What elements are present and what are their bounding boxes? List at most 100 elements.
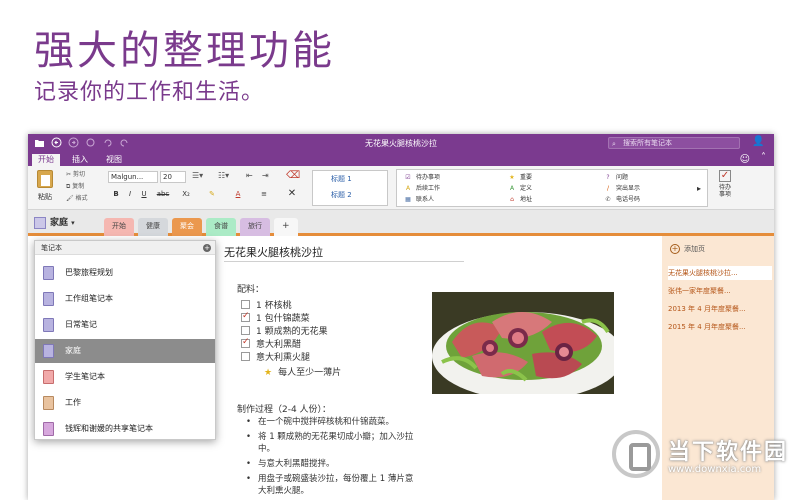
ingredient-item[interactable]: 1 颗成熟的无花果 xyxy=(241,326,328,338)
highlighter-icon: / xyxy=(606,185,610,192)
cut-button[interactable]: ✂ 剪切 xyxy=(66,169,88,181)
definition-tag-icon: A xyxy=(509,185,515,192)
smiley-feedback-icon[interactable]: ☺ xyxy=(740,154,750,165)
notebook-item[interactable]: 工作 xyxy=(35,391,215,415)
format-painter-button[interactable]: 🖌 格式 xyxy=(66,193,88,205)
copy-button[interactable]: ⧉ 复制 xyxy=(66,181,88,193)
tab-home[interactable]: 开始 xyxy=(32,154,60,166)
ingredient-item[interactable]: 1 包什锦蔬菜 xyxy=(241,310,310,325)
style-heading-1[interactable]: 标题 1 xyxy=(313,171,387,187)
notebook-icon xyxy=(43,344,54,358)
salad-photo[interactable] xyxy=(432,292,614,394)
page-title[interactable]: 无花果火腿核桃沙拉 xyxy=(224,244,323,260)
style-heading-2[interactable]: 标题 2 xyxy=(313,187,387,203)
tag-todo[interactable]: ☑ 待办事项 xyxy=(403,172,440,183)
tags-gallery: ☑ 待办事项 A 后续工作 ▦ 联系人 ★ 重要 A 定义 ⌂ 地址 ? 问题 / 突出显示 ✆… xyxy=(396,169,708,207)
checkbox-icon[interactable] xyxy=(241,300,250,309)
step-item[interactable]: 将 1 颗成熟的无花果切成小瓣；加入沙拉中。 xyxy=(246,431,416,455)
search-input[interactable]: ⌕ 搜索所有笔记本 xyxy=(608,137,740,149)
section-tab-health[interactable]: 健康 xyxy=(138,218,168,236)
notebook-icon xyxy=(43,266,54,280)
outdent-icon[interactable]: ⇤ xyxy=(246,171,253,180)
tab-view[interactable]: 视图 xyxy=(100,154,128,166)
hero-banner: 强大的整理功能 记录你的工作和生活。 xyxy=(0,0,800,126)
search-placeholder: 搜索所有笔记本 xyxy=(623,139,672,147)
title-underline xyxy=(224,261,464,262)
section-tab-recipes[interactable]: 食谱 xyxy=(206,218,236,236)
styles-gallery[interactable]: 标题 1 标题 2 xyxy=(312,170,388,206)
todo-tag-button[interactable]: ✓ 待办 事项 xyxy=(714,170,736,198)
tags-more-icon[interactable]: ▸ xyxy=(697,183,701,194)
notebook-item[interactable]: 巴黎旅程规划 xyxy=(35,261,215,285)
section-tab-start[interactable]: 开始 xyxy=(104,218,134,236)
font-size-select[interactable]: 20 xyxy=(160,171,186,183)
font-color-button[interactable]: A xyxy=(232,188,244,200)
ingredients-heading: 配料： xyxy=(237,285,265,295)
add-page-button[interactable]: + 添加页 xyxy=(670,244,705,254)
tab-insert[interactable]: 插入 xyxy=(66,154,94,166)
bullet-list-icon[interactable]: ☰▾ xyxy=(192,171,203,180)
indent-icon[interactable]: ⇥ xyxy=(262,171,269,180)
ingredient-item[interactable]: 意大利黑醋 xyxy=(241,336,301,351)
clipboard-group: ✂ 剪切 ⧉ 复制 🖌 格式 xyxy=(66,169,88,205)
tag-important[interactable]: ★ 重要 xyxy=(507,172,532,183)
tag-definition[interactable]: A 定义 xyxy=(507,183,532,194)
strikethrough-button[interactable]: abc xyxy=(154,188,172,200)
tag-highlight[interactable]: / 突出显示 xyxy=(603,183,640,194)
tag-phone[interactable]: ✆ 电话号码 xyxy=(603,194,640,205)
section-tab-party[interactable]: 聚会 xyxy=(172,218,202,236)
paste-button[interactable]: 粘贴 xyxy=(34,170,56,206)
notebook-item[interactable]: 工作组笔记本 xyxy=(35,287,215,311)
step-item[interactable]: 用盘子或碗盛装沙拉，每份覆上 1 薄片意大利熏火腿。 xyxy=(246,473,416,497)
notebook-icon xyxy=(43,370,54,384)
checkbox-icon[interactable] xyxy=(241,326,250,335)
notebook-icon xyxy=(34,216,46,229)
clear-format-icon[interactable]: ⌫ xyxy=(286,170,300,181)
notebook-item[interactable]: 日常笔记 xyxy=(35,313,215,337)
todo-tag-icon: ☑ xyxy=(405,174,411,181)
starred-note[interactable]: ★ 每人至少一薄片 xyxy=(264,365,341,378)
tag-question[interactable]: ? 问题 xyxy=(603,172,628,183)
font-name-select[interactable]: Malgun... xyxy=(108,171,158,183)
notebook-icon xyxy=(43,396,54,410)
italic-button[interactable]: I xyxy=(124,188,136,200)
step-item[interactable]: 在一个碗中搅拌碎核桃和什锦蔬菜。 xyxy=(246,416,416,428)
notebook-item[interactable]: 钱辉和谢媛的共享笔记本 xyxy=(35,417,215,441)
section-tab-travel[interactable]: 旅行 xyxy=(240,218,270,236)
subscript-button[interactable]: X₂ xyxy=(178,188,194,200)
page-list-item[interactable]: 张伟一家年度聚餐... xyxy=(668,284,772,298)
bold-button[interactable]: B xyxy=(110,188,122,200)
underline-button[interactable]: U xyxy=(138,188,150,200)
page-list-item[interactable]: 无花果火腿核桃沙拉... xyxy=(668,266,772,280)
tag-follow-up[interactable]: A 后续工作 xyxy=(403,183,440,194)
section-bar: 家庭 ▾ 开始 健康 聚会 食谱 旅行 + xyxy=(28,210,774,236)
process-heading: 制作过程（2-4 人份）： xyxy=(237,405,332,415)
step-item[interactable]: 与意大利黑醋搅拌。 xyxy=(246,458,416,470)
add-section-button[interactable]: + xyxy=(274,218,298,236)
house-icon: ⌂ xyxy=(510,196,514,203)
checkbox-icon[interactable] xyxy=(241,352,250,361)
todo-label: 待办 事项 xyxy=(718,184,731,198)
chevron-down-icon: ▾ xyxy=(71,219,75,227)
align-icon[interactable]: ≡ xyxy=(258,188,270,200)
tag-contact[interactable]: ▦ 联系人 xyxy=(403,194,434,205)
tag-address[interactable]: ⌂ 地址 xyxy=(507,194,532,205)
checkbox-checked-icon[interactable] xyxy=(241,336,250,348)
ribbon: 粘贴 ✂ 剪切 ⧉ 复制 🖌 格式 Malgun... 20 ☰▾ ☷▾ ⇤ ⇥… xyxy=(28,166,774,210)
page-list-item[interactable]: 2013 年 4 月年度聚餐... xyxy=(668,302,772,316)
checkbox-checked-icon[interactable] xyxy=(241,310,250,322)
add-notebook-icon[interactable]: + xyxy=(203,244,211,252)
notebook-item[interactable]: 学生笔记本 xyxy=(35,365,215,389)
page-list-item[interactable]: 2015 年 4 月年度聚餐... xyxy=(668,320,772,334)
notebook-switcher[interactable]: 家庭 ▾ xyxy=(34,215,75,229)
question-icon: ? xyxy=(606,174,610,181)
add-user-icon[interactable]: 👤 xyxy=(752,136,764,147)
collapse-ribbon-icon[interactable]: ˄ xyxy=(761,152,766,163)
paste-label: 粘贴 xyxy=(38,193,52,201)
ingredient-item[interactable]: 意大利熏火腿 xyxy=(241,352,310,364)
numbered-list-icon[interactable]: ☷▾ xyxy=(218,171,229,180)
title-bar: 无花果火腿核桃沙拉 ⌕ 搜索所有笔记本 👤 xyxy=(28,134,774,152)
delete-icon[interactable]: ✕ xyxy=(286,188,298,200)
highlight-color-icon[interactable]: ✎ xyxy=(206,188,218,200)
notebook-item-selected[interactable]: 家庭 xyxy=(35,339,215,363)
